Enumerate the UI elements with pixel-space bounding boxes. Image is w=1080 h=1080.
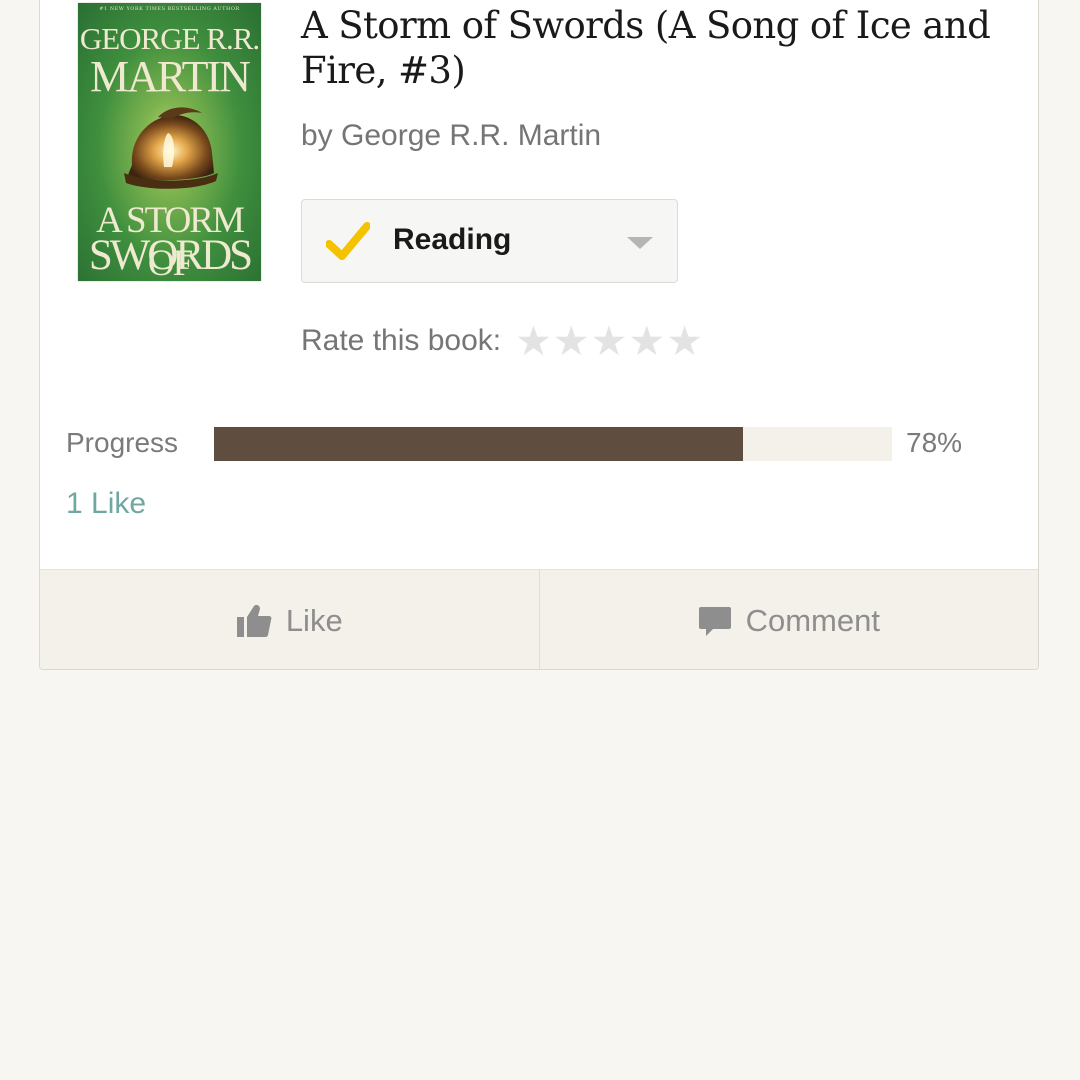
progress-bar-fill [214, 427, 743, 461]
cover-title-line2: SWORDS [88, 232, 253, 279]
comment-button[interactable]: Comment [538, 570, 1039, 669]
star-icon[interactable]: ★ [553, 321, 590, 362]
star-icon[interactable]: ★ [628, 321, 665, 362]
star-icon[interactable]: ★ [591, 321, 628, 362]
book-cover[interactable]: #1 NEW YORK TIMES BESTSELLING AUTHOR GEO… [78, 3, 261, 281]
comment-button-label: Comment [745, 603, 880, 638]
helmet-icon [124, 107, 218, 189]
cover-author-line2: MARTIN [90, 52, 251, 101]
progress-bar [214, 427, 892, 461]
like-button[interactable]: Like [40, 570, 539, 669]
thumbs-up-icon [236, 605, 272, 637]
rate-book-row: Rate this book: ★ ★ ★ ★ ★ [301, 321, 704, 362]
check-icon [326, 222, 370, 260]
star-icon[interactable]: ★ [515, 321, 552, 362]
cover-tagline: #1 NEW YORK TIMES BESTSELLING AUTHOR [99, 6, 240, 12]
progress-label: Progress [66, 427, 179, 458]
like-button-label: Like [285, 603, 343, 638]
book-title[interactable]: A Storm of Swords (A Song of Ice and Fir… [301, 3, 1001, 93]
star-rating: ★ ★ ★ ★ ★ [515, 321, 704, 362]
progress-percent: 78% [906, 427, 963, 458]
shelf-status-dropdown[interactable]: Reading [301, 199, 678, 283]
chevron-down-icon [627, 237, 653, 249]
book-update-card: #1 NEW YORK TIMES BESTSELLING AUTHOR GEO… [39, 0, 1039, 670]
rate-label: Rate this book: [301, 324, 502, 357]
comment-icon [698, 607, 731, 636]
shelf-status-label: Reading [393, 223, 512, 256]
star-icon[interactable]: ★ [666, 321, 703, 362]
likes-count-link[interactable]: 1 Like [66, 487, 146, 521]
action-bar: Like Comment [40, 569, 1039, 669]
book-author: by George R.R. Martin [301, 119, 602, 152]
